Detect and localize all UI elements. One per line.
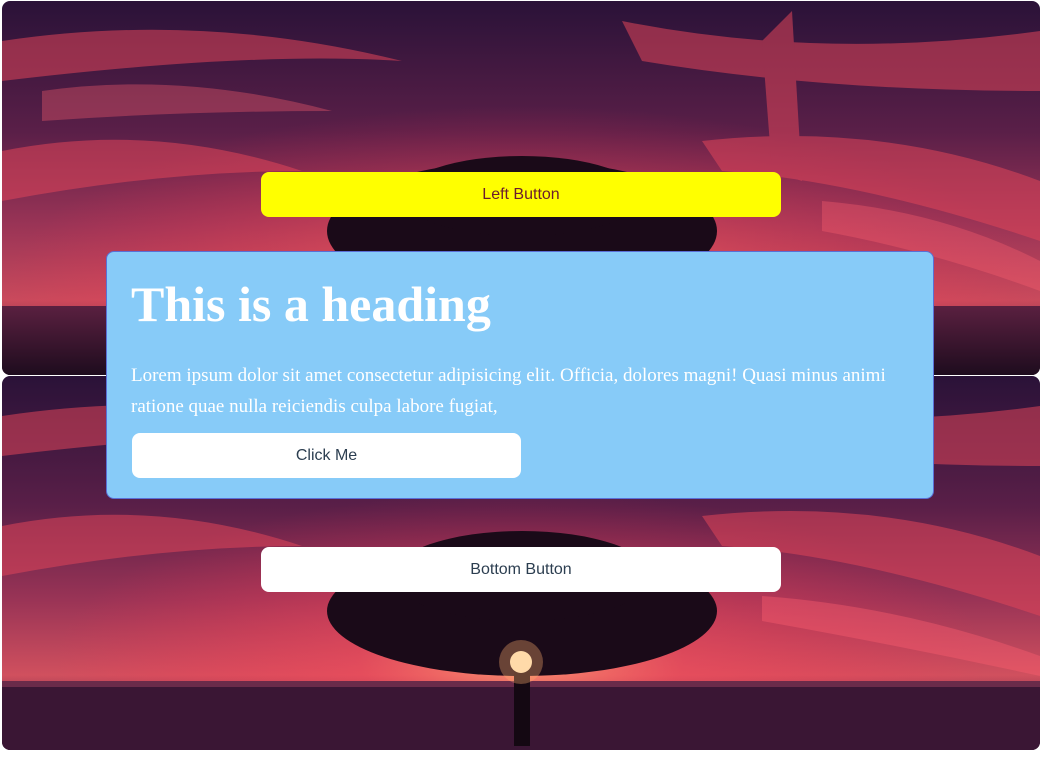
bottom-button[interactable]: Bottom Button xyxy=(261,547,781,592)
click-me-button[interactable]: Click Me xyxy=(132,433,521,478)
page: Left Button This is a heading Lorem ipsu… xyxy=(0,0,1056,757)
card-heading: This is a heading xyxy=(131,276,491,332)
left-button[interactable]: Left Button xyxy=(261,172,781,217)
content-card: This is a heading Lorem ipsum dolor sit … xyxy=(106,251,934,499)
card-body-text: Lorem ipsum dolor sit amet consectetur a… xyxy=(131,365,886,417)
